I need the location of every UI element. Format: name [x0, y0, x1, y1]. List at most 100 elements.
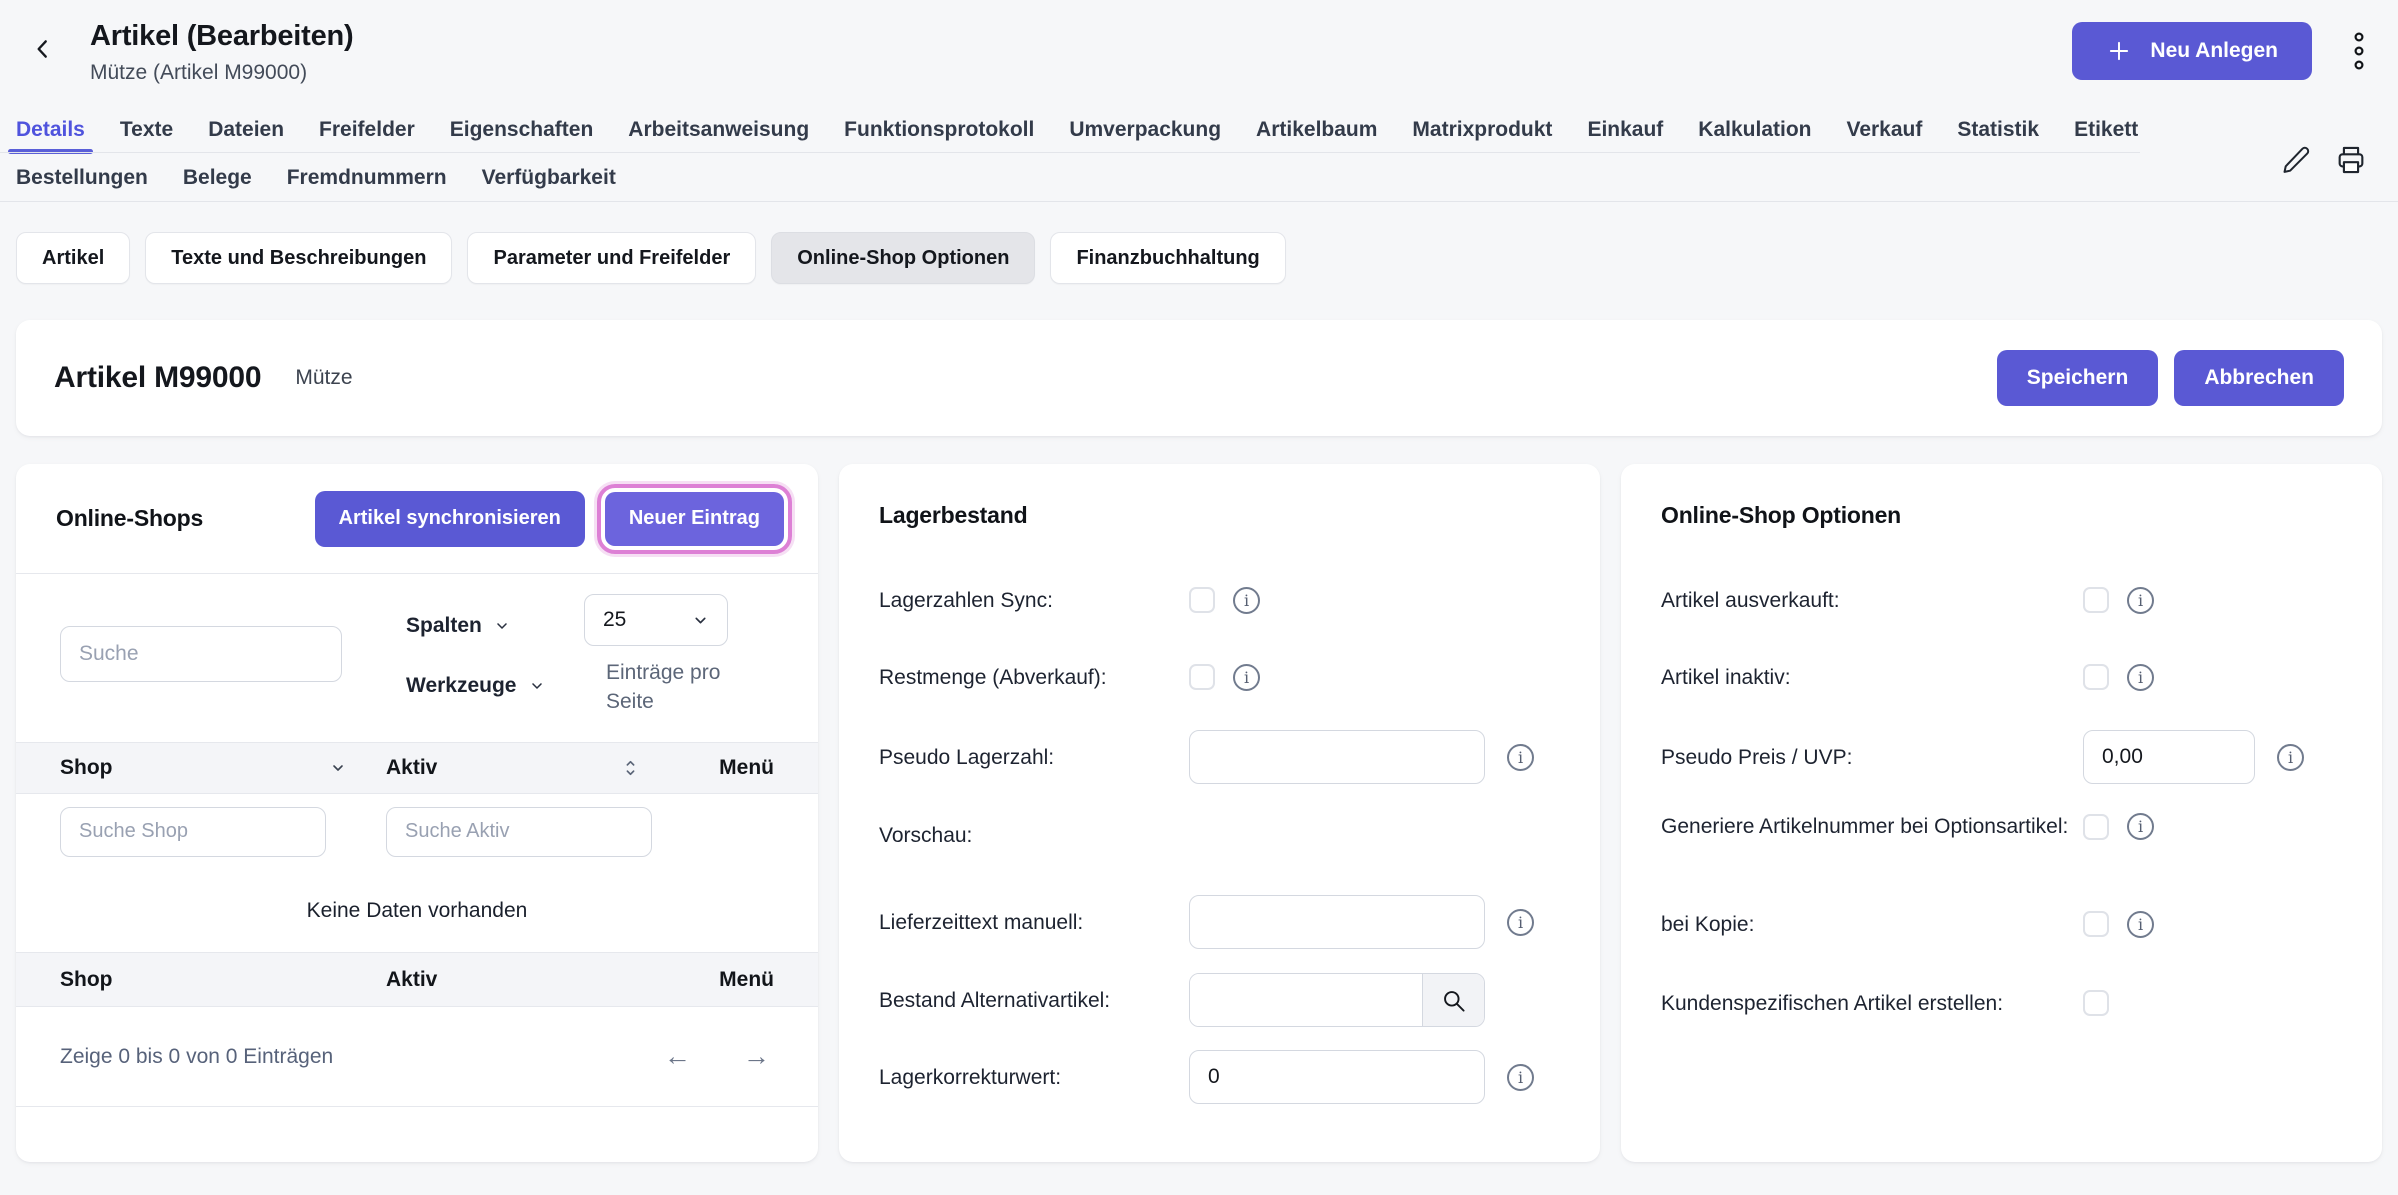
page-size-value: 25	[603, 608, 626, 632]
lieferzeittext-input[interactable]	[1189, 895, 1485, 949]
tab-funktionsprotokoll[interactable]: Funktionsprotokoll	[844, 118, 1034, 142]
alternativartikel-input-group	[1189, 973, 1485, 1027]
tab-arbeitsanweisung[interactable]: Arbeitsanweisung	[628, 118, 809, 142]
chevron-down-icon	[494, 618, 510, 634]
info-icon[interactable]: i	[2127, 813, 2154, 840]
ausverkauft-checkbox[interactable]	[2083, 587, 2109, 613]
pill-parameter-und-freifelder[interactable]: Parameter und Freifelder	[467, 232, 756, 284]
inaktiv-checkbox[interactable]	[2083, 664, 2109, 690]
filter-shop-input[interactable]	[60, 807, 326, 857]
tab-verkauf[interactable]: Verkauf	[1846, 118, 1922, 142]
pill-online-shop-optionen[interactable]: Online-Shop Optionen	[771, 232, 1035, 284]
pseudo-lagerzahl-input[interactable]	[1189, 730, 1485, 784]
tab-details[interactable]: Details	[16, 118, 85, 142]
tab-fremdnummern[interactable]: Fremdnummern	[287, 166, 447, 190]
article-number: Artikel M99000	[54, 361, 261, 395]
pagination-prev-button[interactable]: ←	[664, 1041, 691, 1072]
field-label: Kundenspezifischen Artikel erstellen:	[1661, 988, 2083, 1019]
info-icon[interactable]: i	[1233, 587, 1260, 614]
field-label: Pseudo Preis / UVP:	[1661, 742, 2083, 773]
online-shops-title: Online-Shops	[56, 505, 203, 532]
field-label: Artikel inaktiv:	[1661, 662, 2083, 693]
sync-articles-button[interactable]: Artikel synchronisieren	[315, 491, 585, 547]
section-divider	[0, 201, 2398, 202]
field-label: Lagerzahlen Sync:	[879, 585, 1189, 616]
tab-statistik[interactable]: Statistik	[1957, 118, 2039, 142]
new-create-button[interactable]: Neu Anlegen	[2072, 22, 2312, 80]
info-icon[interactable]: i	[2127, 911, 2154, 938]
tab-etikett[interactable]: Etikett	[2074, 118, 2138, 142]
tab-artikelbaum[interactable]: Artikelbaum	[1256, 118, 1377, 142]
sort-chevron-down-icon	[330, 760, 346, 776]
tab-verfuegbarkeit[interactable]: Verfügbarkeit	[482, 166, 616, 190]
chevron-down-icon	[692, 612, 709, 629]
field-vorschau: Vorschau:	[879, 808, 1570, 862]
edit-button[interactable]	[2280, 144, 2312, 176]
new-entry-button[interactable]: Neuer Eintrag	[605, 492, 784, 546]
field-lieferzeittext: Lieferzeittext manuell: i	[879, 895, 1570, 949]
tab-umverpackung[interactable]: Umverpackung	[1069, 118, 1221, 142]
field-bestand-alternativartikel: Bestand Alternativartikel:	[879, 973, 1570, 1027]
column-header-aktiv-label: Aktiv	[386, 756, 437, 780]
info-icon[interactable]: i	[2277, 744, 2304, 771]
pill-finanzbuchhaltung[interactable]: Finanzbuchhaltung	[1050, 232, 1285, 284]
page-size-select[interactable]: 25	[584, 594, 728, 646]
tab-kalkulation[interactable]: Kalkulation	[1698, 118, 1811, 142]
tab-matrixprodukt[interactable]: Matrixprodukt	[1412, 118, 1552, 142]
tab-eigenschaften[interactable]: Eigenschaften	[450, 118, 594, 142]
info-icon[interactable]: i	[1507, 744, 1534, 771]
info-icon[interactable]: i	[1233, 664, 1260, 691]
info-icon[interactable]: i	[2127, 587, 2154, 614]
tab-freifelder[interactable]: Freifelder	[319, 118, 415, 142]
tab-einkauf[interactable]: Einkauf	[1587, 118, 1663, 142]
footer-column-menu: Menü	[678, 968, 774, 992]
title-block: Artikel (Bearbeiten) Mütze (Artikel M990…	[90, 16, 354, 85]
secondary-tab-bar: Bestellungen Belege Fremdnummern Verfügb…	[0, 155, 2398, 201]
filter-aktiv-input[interactable]	[386, 807, 652, 857]
generiere-artikelnummer-checkbox[interactable]	[2083, 814, 2109, 840]
search-input[interactable]	[60, 626, 342, 682]
column-header-menu: Menü	[678, 756, 774, 780]
lagerzahlen-sync-checkbox[interactable]	[1189, 587, 1215, 613]
info-icon[interactable]: i	[2127, 664, 2154, 691]
tab-bar-divider	[0, 152, 2140, 153]
column-header-aktiv[interactable]: Aktiv	[386, 756, 652, 780]
tab-bestellungen[interactable]: Bestellungen	[16, 166, 148, 190]
column-header-shop-label: Shop	[60, 756, 113, 780]
article-header-card: Artikel M99000 Mütze Speichern Abbrechen	[16, 320, 2382, 436]
cancel-button[interactable]: Abbrechen	[2174, 350, 2344, 406]
tab-belege[interactable]: Belege	[183, 166, 252, 190]
more-options-button[interactable]	[2350, 30, 2368, 72]
field-label: Bestand Alternativartikel:	[879, 985, 1189, 1016]
bei-kopie-checkbox[interactable]	[2083, 911, 2109, 937]
columns-dropdown[interactable]: Spalten	[406, 614, 510, 638]
pseudo-preis-input[interactable]	[2083, 730, 2255, 784]
info-icon[interactable]: i	[1507, 909, 1534, 936]
sort-unfold-icon	[623, 757, 638, 779]
save-button[interactable]: Speichern	[1997, 350, 2159, 406]
primary-tab-bar: Details Texte Dateien Freifelder Eigensc…	[0, 107, 2398, 153]
back-button[interactable]	[30, 36, 56, 62]
pagination-next-button[interactable]: →	[743, 1041, 770, 1072]
kebab-menu-icon	[2350, 30, 2368, 72]
plus-icon	[2106, 38, 2132, 64]
pill-texte-und-beschreibungen[interactable]: Texte und Beschreibungen	[145, 232, 452, 284]
restmenge-checkbox[interactable]	[1189, 664, 1215, 690]
lagerkorrekturwert-input[interactable]	[1189, 1050, 1485, 1104]
field-pseudo-lagerzahl: Pseudo Lagerzahl: i	[879, 730, 1570, 784]
column-header-shop[interactable]: Shop	[60, 756, 360, 780]
tools-dropdown[interactable]: Werkzeuge	[406, 674, 545, 698]
alternativartikel-input[interactable]	[1190, 974, 1422, 1026]
pagination-status: Zeige 0 bis 0 von 0 Einträgen	[60, 1045, 333, 1069]
article-search-button[interactable]	[1422, 974, 1484, 1026]
field-label: Artikel ausverkauft:	[1661, 585, 2083, 616]
print-button[interactable]	[2334, 143, 2368, 177]
tab-texte[interactable]: Texte	[120, 118, 173, 142]
field-bei-kopie: bei Kopie: i	[1661, 897, 2352, 951]
kundenspezifisch-checkbox[interactable]	[2083, 990, 2109, 1016]
tab-dateien[interactable]: Dateien	[208, 118, 284, 142]
pill-artikel[interactable]: Artikel	[16, 232, 130, 284]
info-icon[interactable]: i	[1507, 1064, 1534, 1091]
field-label: Pseudo Lagerzahl:	[879, 742, 1189, 773]
field-label: Generiere Artikelnummer bei Optionsartik…	[1661, 811, 2083, 842]
